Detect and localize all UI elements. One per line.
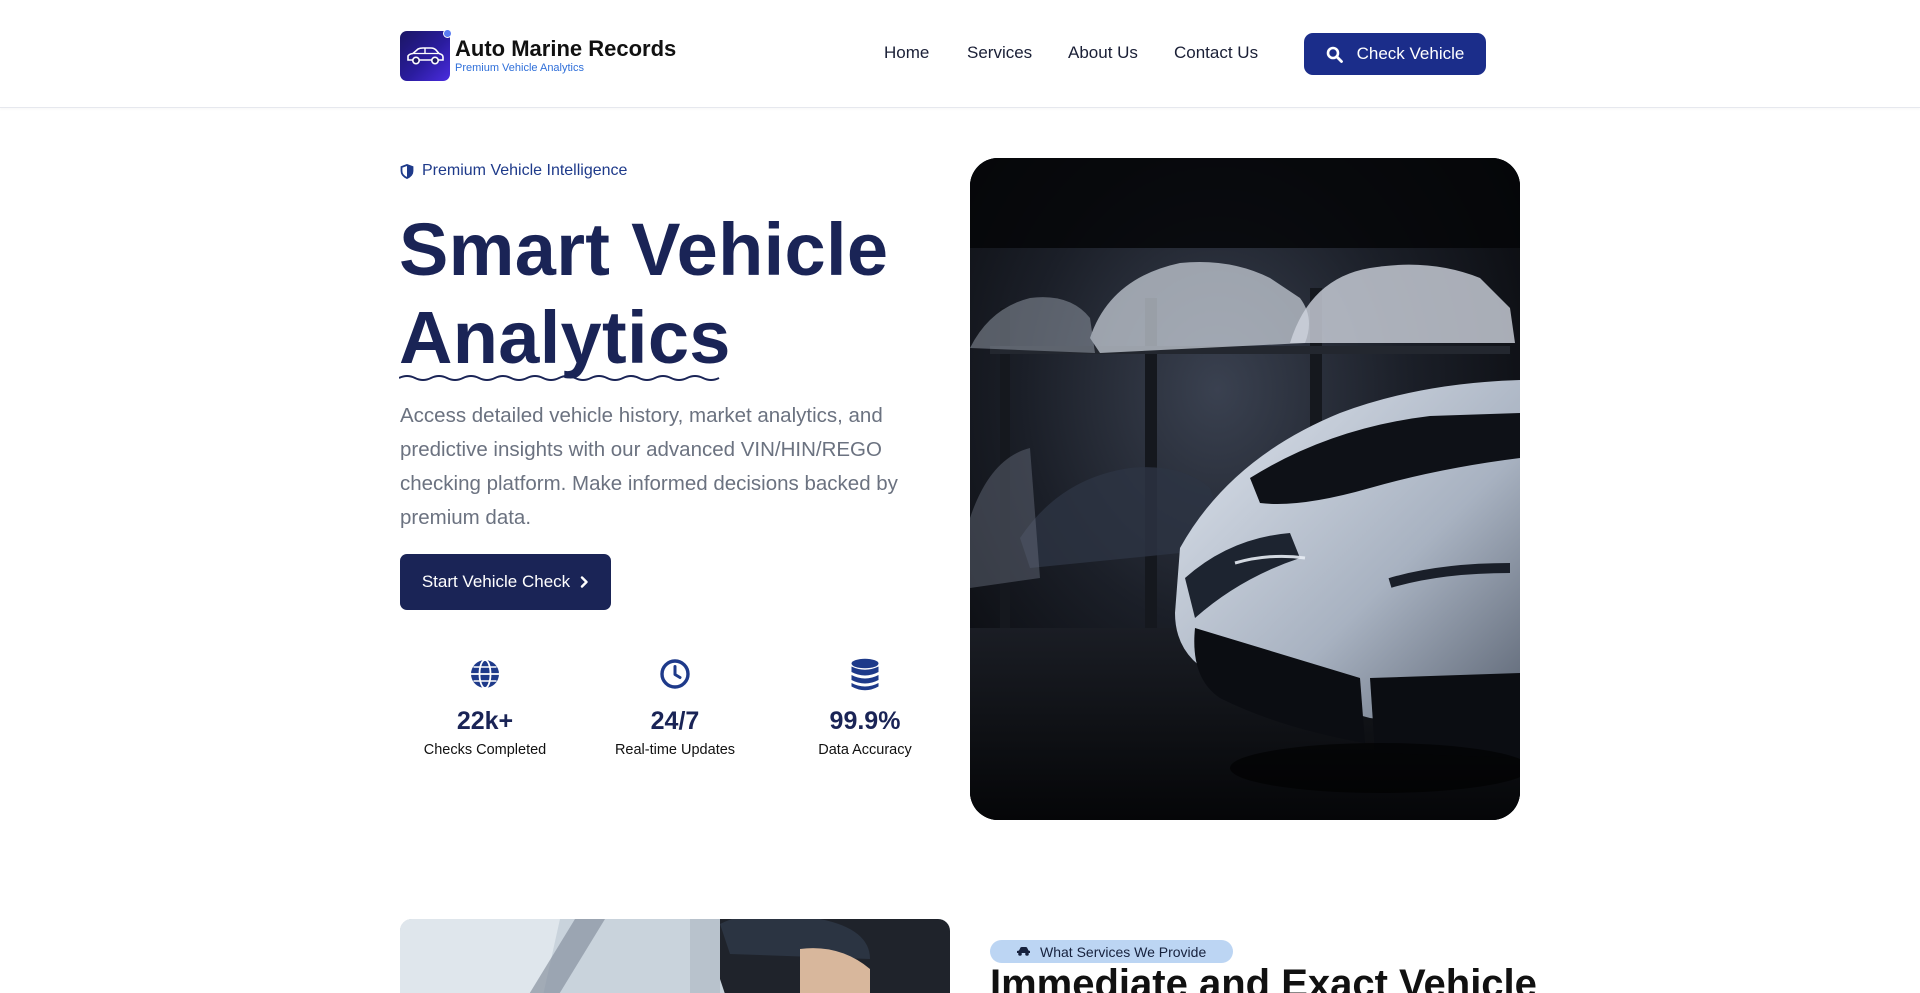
- stat-value: 22k+: [456, 707, 514, 735]
- logo[interactable]: Auto Marine Records Premium Vehicle Anal…: [400, 29, 677, 81]
- services-pill-label: What Services We Provide: [1040, 943, 1207, 960]
- nav-services[interactable]: Services: [967, 43, 1032, 63]
- start-vehicle-check-button[interactable]: Start Vehicle Check: [400, 554, 611, 610]
- stat-label: Checks Completed: [423, 742, 547, 758]
- stat-value: 24/7: [650, 707, 700, 735]
- hero-title-line2: Analytics: [399, 296, 731, 379]
- chevron-right-icon: [580, 576, 588, 588]
- nav-contact-us[interactable]: Contact Us: [1174, 43, 1258, 63]
- search-icon: [1326, 46, 1343, 63]
- stat-checks-completed: 22k+ Checks Completed: [395, 658, 575, 758]
- globe-icon: [471, 659, 499, 689]
- shield-icon: [400, 163, 414, 179]
- mechanic-image: [400, 919, 950, 993]
- clock-icon: [660, 659, 690, 689]
- logo-subtitle: Premium Vehicle Analytics: [455, 62, 584, 74]
- stat-data-accuracy: 99.9% Data Accuracy: [775, 658, 955, 758]
- hero-description: Access detailed vehicle history, market …: [400, 404, 898, 529]
- check-vehicle-label: Check Vehicle: [1356, 44, 1465, 63]
- logo-title: Auto Marine Records: [455, 36, 677, 61]
- car-logo-icon: [400, 29, 452, 81]
- stat-realtime-updates: 24/7 Real-time Updates: [585, 658, 765, 758]
- showroom-car-illustration: [970, 158, 1520, 820]
- database-icon: [851, 658, 879, 691]
- stat-value: 99.9%: [829, 707, 901, 735]
- nav-home[interactable]: Home: [884, 43, 929, 63]
- hero-badge: Premium Vehicle Intelligence: [400, 162, 627, 180]
- stat-label: Real-time Updates: [614, 742, 736, 758]
- check-vehicle-button[interactable]: Check Vehicle: [1304, 33, 1486, 75]
- nav-about-us[interactable]: About Us: [1068, 43, 1138, 63]
- hero-title: Smart Vehicle Analytics: [399, 206, 888, 382]
- hero-badge-label: Premium Vehicle Intelligence: [422, 162, 628, 179]
- hero-title-line1: Smart Vehicle: [399, 208, 889, 291]
- services-title: Immediate and Exact Vehicle: [990, 962, 1537, 993]
- start-vehicle-check-label: Start Vehicle Check: [421, 572, 571, 591]
- stat-label: Data Accuracy: [818, 742, 912, 758]
- hero-car-image: [970, 158, 1520, 820]
- wavy-underline-decoration: [399, 375, 720, 381]
- logo-dot: [443, 29, 452, 38]
- mechanic-illustration: [400, 919, 950, 993]
- site-header: Auto Marine Records Premium Vehicle Anal…: [0, 0, 1920, 108]
- car-icon: [1017, 947, 1030, 956]
